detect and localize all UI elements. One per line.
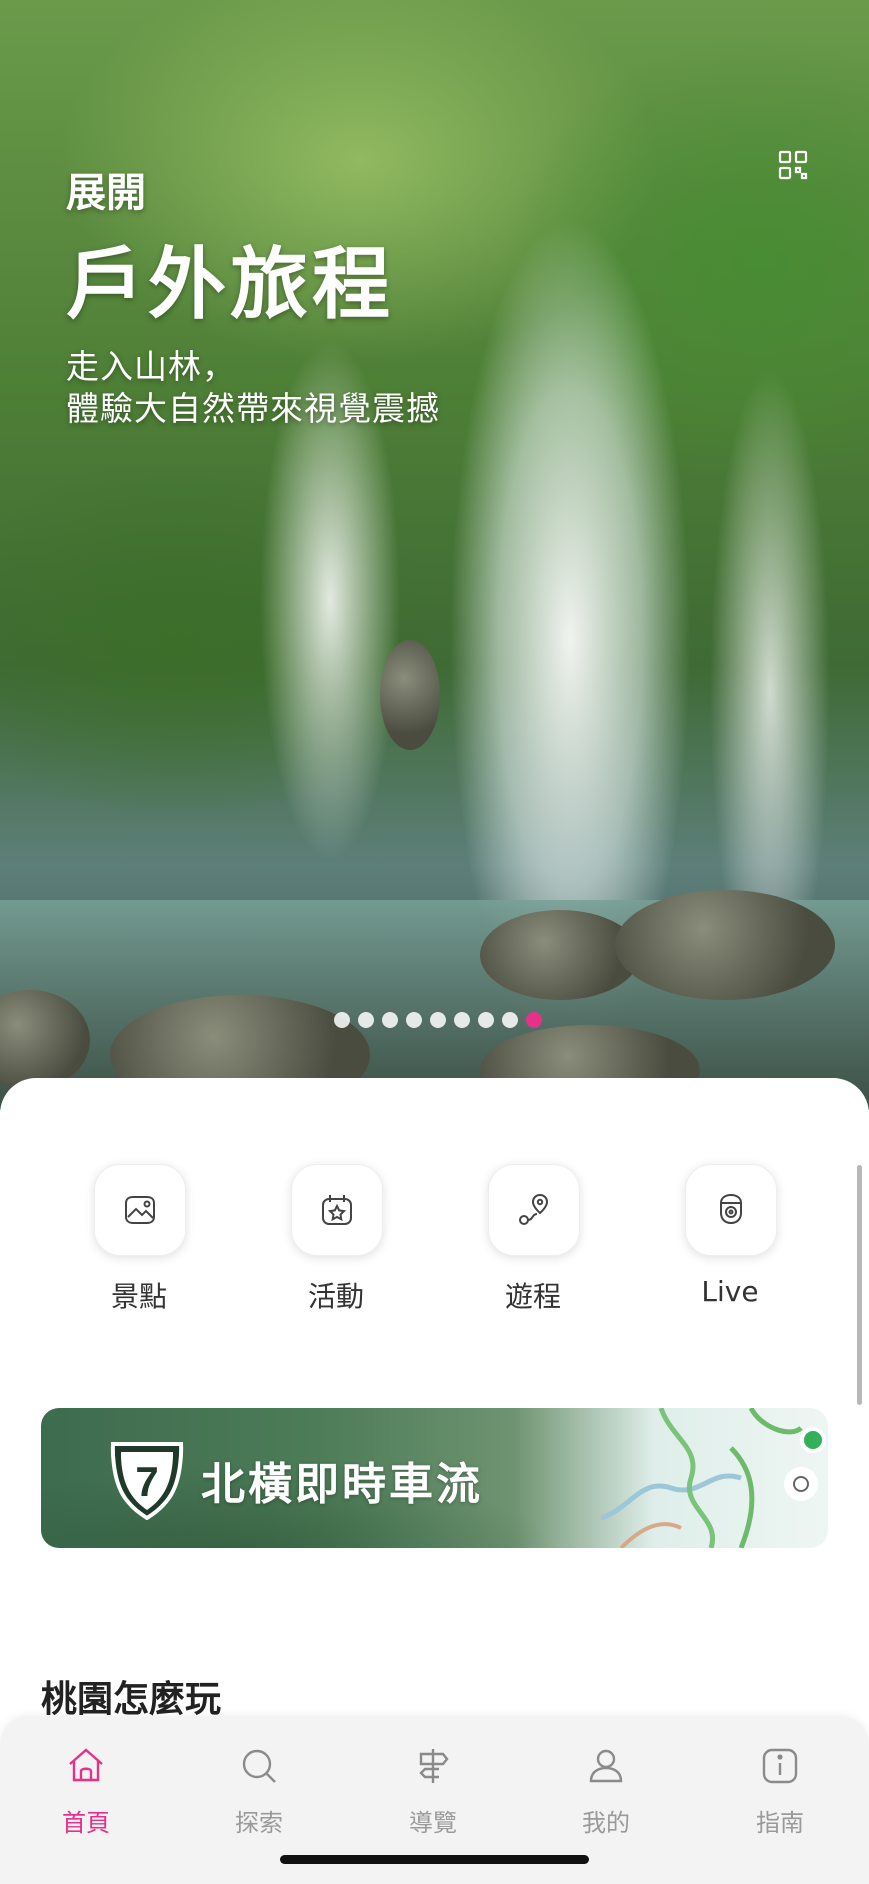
attractions-label: 景點 <box>110 1280 167 1313</box>
carousel-dot[interactable] <box>430 1012 446 1028</box>
tours-label: 遊程 <box>504 1280 561 1313</box>
live-label: Live <box>701 1275 759 1308</box>
carousel-dot[interactable] <box>382 1012 398 1028</box>
hero-subtitle: 展開 <box>66 170 146 216</box>
live-button[interactable] <box>685 1164 777 1256</box>
signpost-icon <box>419 1749 449 1783</box>
rock <box>615 890 835 1000</box>
route-pin-icon <box>519 1193 549 1225</box>
hero-banner[interactable]: 展開 戶外旅程 走入山林， 體驗大自然帶來視覺震撼 <box>0 0 869 1110</box>
tab-explore-label: 探索 <box>235 1809 283 1837</box>
events-label: 活動 <box>307 1280 364 1313</box>
scrollbar[interactable] <box>857 1165 862 1405</box>
user-icon <box>589 1749 623 1783</box>
carousel-dot[interactable] <box>406 1012 422 1028</box>
tab-help-label: 指南 <box>756 1809 804 1837</box>
search-icon <box>242 1749 276 1783</box>
tab-profile[interactable]: 我的 <box>546 1745 666 1838</box>
home-icon <box>69 1748 103 1782</box>
camera-icon <box>720 1193 742 1225</box>
tab-home[interactable]: 首頁 <box>26 1745 146 1838</box>
landscape-icon <box>125 1196 155 1224</box>
route-number: 7 <box>135 1458 158 1505</box>
carousel-dot[interactable] <box>358 1012 374 1028</box>
home-indicator[interactable] <box>280 1855 589 1864</box>
calendar-star-icon <box>322 1195 352 1225</box>
hero-description-line1: 走入山林， <box>66 347 236 386</box>
tab-explore[interactable]: 探索 <box>199 1745 319 1838</box>
tours-button[interactable] <box>488 1164 580 1256</box>
route-shield-icon: 7 <box>110 1442 184 1520</box>
qr-code-icon[interactable] <box>778 150 808 180</box>
tab-help[interactable]: 指南 <box>720 1745 840 1838</box>
hero-title: 戶外旅程 <box>66 240 395 330</box>
carousel-dot[interactable] <box>454 1012 470 1028</box>
carousel-dot[interactable] <box>502 1012 518 1028</box>
tab-guide[interactable]: 導覽 <box>373 1745 493 1838</box>
section-title: 桃園怎麼玩 <box>41 1679 222 1720</box>
carousel-indicator[interactable] <box>334 1012 542 1032</box>
carousel-dot[interactable] <box>478 1012 494 1028</box>
events-button[interactable] <box>291 1164 383 1256</box>
banner-title: 北橫即時車流 <box>201 1459 483 1510</box>
rock <box>380 640 440 750</box>
attractions-button[interactable] <box>94 1164 186 1256</box>
info-icon <box>762 1748 798 1784</box>
carousel-dot[interactable] <box>334 1012 350 1028</box>
traffic-map-icon <box>601 1408 826 1548</box>
tab-home-label: 首頁 <box>62 1809 110 1837</box>
tab-guide-label: 導覽 <box>409 1809 457 1837</box>
hero-description-line2: 體驗大自然帶來視覺震撼 <box>66 389 440 428</box>
tab-profile-label: 我的 <box>582 1809 630 1837</box>
carousel-dot-active[interactable] <box>526 1012 542 1028</box>
traffic-banner[interactable]: 7 北橫即時車流 <box>41 1408 828 1548</box>
